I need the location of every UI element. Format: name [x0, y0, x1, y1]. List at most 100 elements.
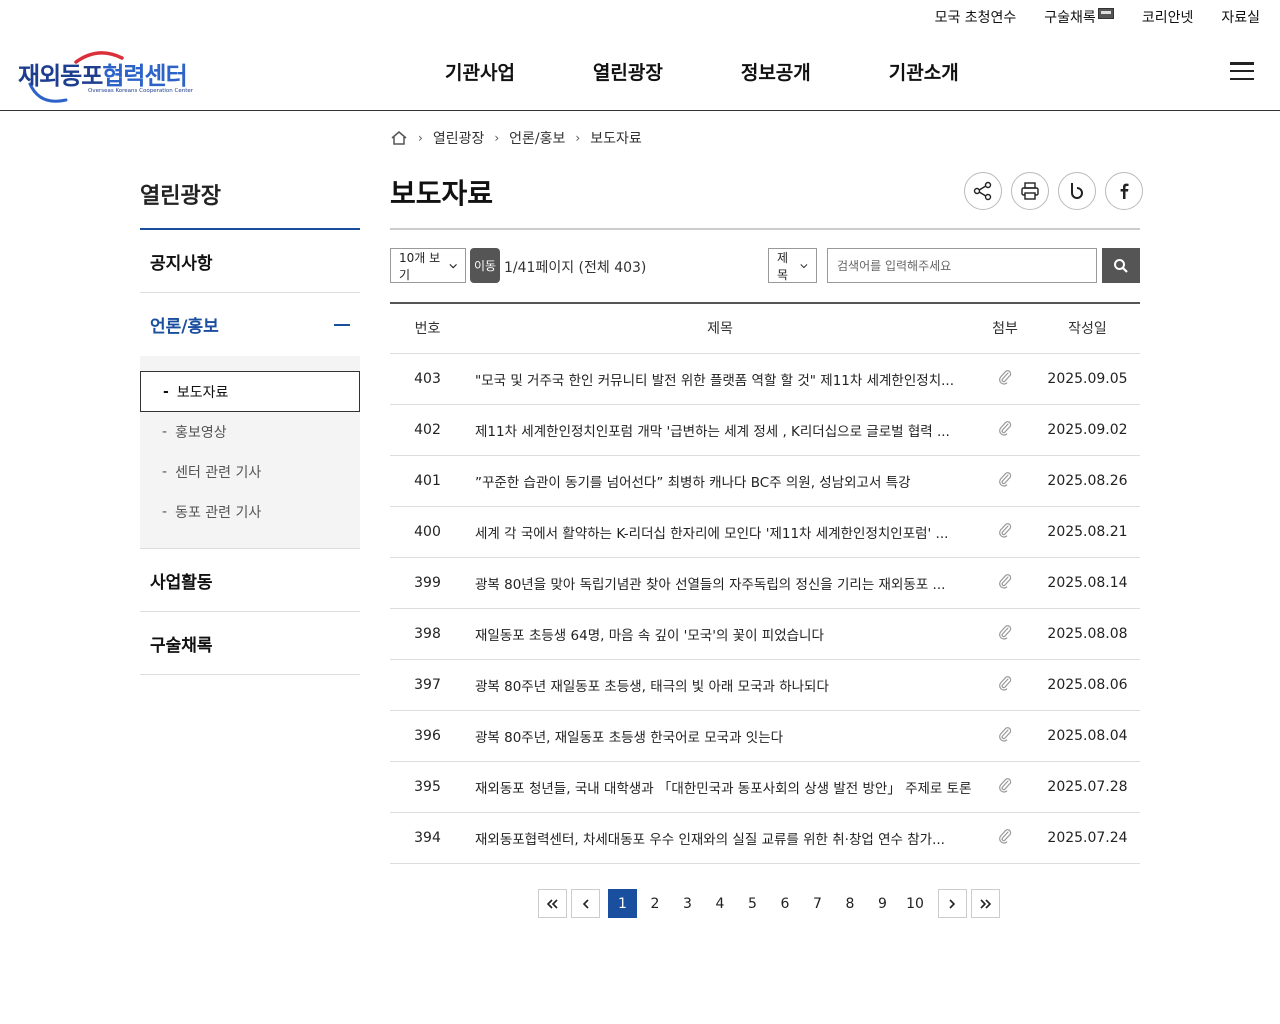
next-page-button[interactable] [937, 889, 967, 918]
table-row[interactable]: 402 제11차 세계한인정치인포럼 개막 '급변하는 세계 정세 , K리더십으… [390, 404, 1140, 456]
camera-icon [1097, 7, 1114, 19]
table-row[interactable]: 403 "모국 및 거주국 한인 커뮤니티 발전 위한 플랫폼 역할 할 것" 제… [390, 353, 1140, 405]
nav-item-about[interactable]: 기관소개 [889, 58, 959, 85]
sidebar-item-press[interactable]: 언론/홍보 [140, 293, 360, 356]
facebook-share-button[interactable] [1105, 172, 1143, 210]
last-page-button[interactable] [970, 889, 1000, 918]
paperclip-icon[interactable] [998, 420, 1012, 436]
breadcrumb-item[interactable]: 언론/홍보 [509, 128, 565, 148]
share-button[interactable] [964, 172, 1002, 210]
go-button[interactable]: 이동 [470, 248, 500, 283]
row-subject-link[interactable]: 재외동포 청년들, 국내 대학생과 「대한민국과 동포사회의 상생 발전 방안」… [465, 761, 975, 813]
search-button[interactable] [1102, 248, 1140, 283]
util-link-archive[interactable]: 자료실 [1221, 7, 1260, 27]
page-number[interactable]: 5 [738, 889, 767, 918]
submenu-item-center-articles[interactable]: - 센터 관련 기사 [140, 452, 360, 492]
home-icon[interactable] [390, 130, 408, 146]
row-subject-link[interactable]: "모국 및 거주국 한인 커뮤니티 발전 위한 플랫폼 역할 할 것" 제11차… [465, 353, 975, 405]
search-input[interactable] [827, 248, 1097, 283]
table-row[interactable]: 401 ”꾸준한 습관이 동기를 넘어선다” 최병하 캐나다 BC주 의원, 성남… [390, 455, 1140, 507]
minus-icon [334, 323, 350, 326]
row-subject-link[interactable]: 제11차 세계한인정치인포럼 개막 '급변하는 세계 정세 , K리더십으로 글… [465, 404, 975, 456]
table-row[interactable]: 396 광복 80주년, 재일동포 초등생 한국어로 모국과 잇는다 2025.08… [390, 710, 1140, 762]
prev-page-button[interactable] [571, 889, 600, 918]
column-header-subject: 제목 [465, 302, 975, 354]
table-row[interactable]: 397 광복 80주년 재일동포 초등생, 태극의 빛 아래 모국과 하나되다 20… [390, 659, 1140, 711]
facebook-icon [1120, 183, 1129, 199]
table-row[interactable]: 394 재외동포협력센터, 차세대동포 우수 인재와의 실질 교류를 위한 취·창… [390, 812, 1140, 864]
nav-item-open-plaza[interactable]: 열린광장 [593, 58, 663, 85]
row-number: 396 [390, 710, 465, 762]
column-header-date: 작성일 [1035, 302, 1140, 354]
table-row[interactable]: 395 재외동포 청년들, 국내 대학생과 「대한민국과 동포사회의 상생 발전 … [390, 761, 1140, 813]
util-link-oral-history[interactable]: 구술채록 [1044, 7, 1114, 27]
submenu-item-compatriot-articles[interactable]: - 동포 관련 기사 [140, 492, 360, 532]
chevron-right-icon: › [418, 131, 423, 145]
row-number: 398 [390, 608, 465, 660]
page-number[interactable]: 3 [673, 889, 702, 918]
nav-item-projects[interactable]: 기관사업 [445, 58, 515, 85]
page-number-current[interactable]: 1 [608, 889, 637, 918]
table-row[interactable]: 398 재일동포 초등생 64명, 마음 속 깊이 '모국'의 꽃이 피었습니다 2… [390, 608, 1140, 660]
sidebar-item-oral-history[interactable]: 구술채록 [140, 612, 360, 675]
breadcrumb-item[interactable]: 열린광장 [433, 128, 485, 148]
sidebar-item-label: 공지사항 [150, 253, 213, 274]
sidebar-item-label: 언론/홍보 [150, 317, 219, 337]
page-number[interactable]: 7 [803, 889, 832, 918]
submenu-item-label: 보도자료 [176, 384, 229, 401]
util-link-homeland-training[interactable]: 모국 초청연수 [935, 7, 1017, 27]
page-number[interactable]: 6 [771, 889, 800, 918]
list-toolbar: 10개 보기 이동 1/41페이지 (전체 403) 제목 [390, 248, 1140, 283]
table-row[interactable]: 400 세계 각 국에서 활약하는 K-리더십 한자리에 모인다 '제11차 세계… [390, 506, 1140, 558]
paperclip-icon[interactable] [998, 573, 1012, 589]
row-date: 2025.08.06 [1035, 659, 1140, 711]
row-subject-link[interactable]: 재일동포 초등생 64명, 마음 속 깊이 '모국'의 꽃이 피었습니다 [465, 608, 975, 660]
row-subject-link[interactable]: 세계 각 국에서 활약하는 K-리더십 한자리에 모인다 '제11차 세계한인정… [465, 506, 975, 558]
row-number: 401 [390, 455, 465, 507]
attachment-cell [975, 557, 1035, 609]
paperclip-icon[interactable] [998, 777, 1012, 793]
row-date: 2025.08.26 [1035, 455, 1140, 507]
submenu-item-promo-video[interactable]: - 홍보영상 [140, 412, 360, 452]
paperclip-icon[interactable] [998, 369, 1012, 385]
nav-item-info-disclosure[interactable]: 정보공개 [741, 58, 811, 85]
paperclip-icon[interactable] [998, 471, 1012, 487]
utility-bar: 모국 초청연수 구술채록 코리안넷 자료실 [935, 0, 1260, 34]
page-number[interactable]: 8 [836, 889, 865, 918]
row-subject-link[interactable]: 광복 80주년 재일동포 초등생, 태극의 빛 아래 모국과 하나되다 [465, 659, 975, 711]
logo-english-text: Overseas Koreans Cooperation Center [88, 88, 194, 94]
page-number[interactable]: 2 [641, 889, 670, 918]
paperclip-icon[interactable] [998, 726, 1012, 742]
page-number[interactable]: 10 [901, 889, 930, 918]
page-number[interactable]: 4 [706, 889, 735, 918]
blog-share-button[interactable] [1058, 172, 1096, 210]
search-field-select[interactable]: 제목 [768, 248, 817, 283]
print-button[interactable] [1011, 172, 1049, 210]
sidebar-item-activities[interactable]: 사업활동 [140, 549, 360, 612]
row-subject-link[interactable]: 재외동포협력센터, 차세대동포 우수 인재와의 실질 교류를 위한 취·창업 연… [465, 812, 975, 864]
dash-icon: - [162, 504, 168, 520]
paperclip-icon[interactable] [998, 624, 1012, 640]
menu-hamburger-icon[interactable] [1230, 62, 1254, 80]
sidebar-title: 열린광장 [140, 170, 360, 230]
table-row[interactable]: 399 광복 80년을 맞아 독립기념관 찾아 선열들의 자주독립의 정신을 기리… [390, 557, 1140, 609]
first-page-button[interactable] [538, 889, 567, 918]
site-logo[interactable]: 재외동포협력센터 Overseas Koreans Cooperation Ce… [18, 42, 194, 103]
sidebar-item-notices[interactable]: 공지사항 [140, 230, 360, 293]
per-page-select[interactable]: 10개 보기 [390, 248, 466, 283]
row-number: 394 [390, 812, 465, 864]
attachment-cell [975, 455, 1035, 507]
per-page-value: 10개 보기 [399, 250, 441, 282]
submenu-item-press-release[interactable]: - 보도자료 [140, 371, 360, 412]
paperclip-icon[interactable] [998, 675, 1012, 691]
row-subject-link[interactable]: 광복 80년을 맞아 독립기념관 찾아 선열들의 자주독립의 정신을 기리는 재… [465, 557, 975, 609]
row-subject-link[interactable]: ”꾸준한 습관이 동기를 넘어선다” 최병하 캐나다 BC주 의원, 성남외고서… [465, 455, 975, 507]
attachment-cell [975, 506, 1035, 558]
row-subject-link[interactable]: 광복 80주년, 재일동포 초등생 한국어로 모국과 잇는다 [465, 710, 975, 762]
breadcrumb: › 열린광장 › 언론/홍보 › 보도자료 [390, 128, 642, 148]
page-number[interactable]: 9 [868, 889, 897, 918]
paperclip-icon[interactable] [998, 522, 1012, 538]
util-link-koreannet[interactable]: 코리안넷 [1142, 7, 1194, 27]
paperclip-icon[interactable] [998, 828, 1012, 844]
double-chevron-right-icon [980, 898, 991, 909]
